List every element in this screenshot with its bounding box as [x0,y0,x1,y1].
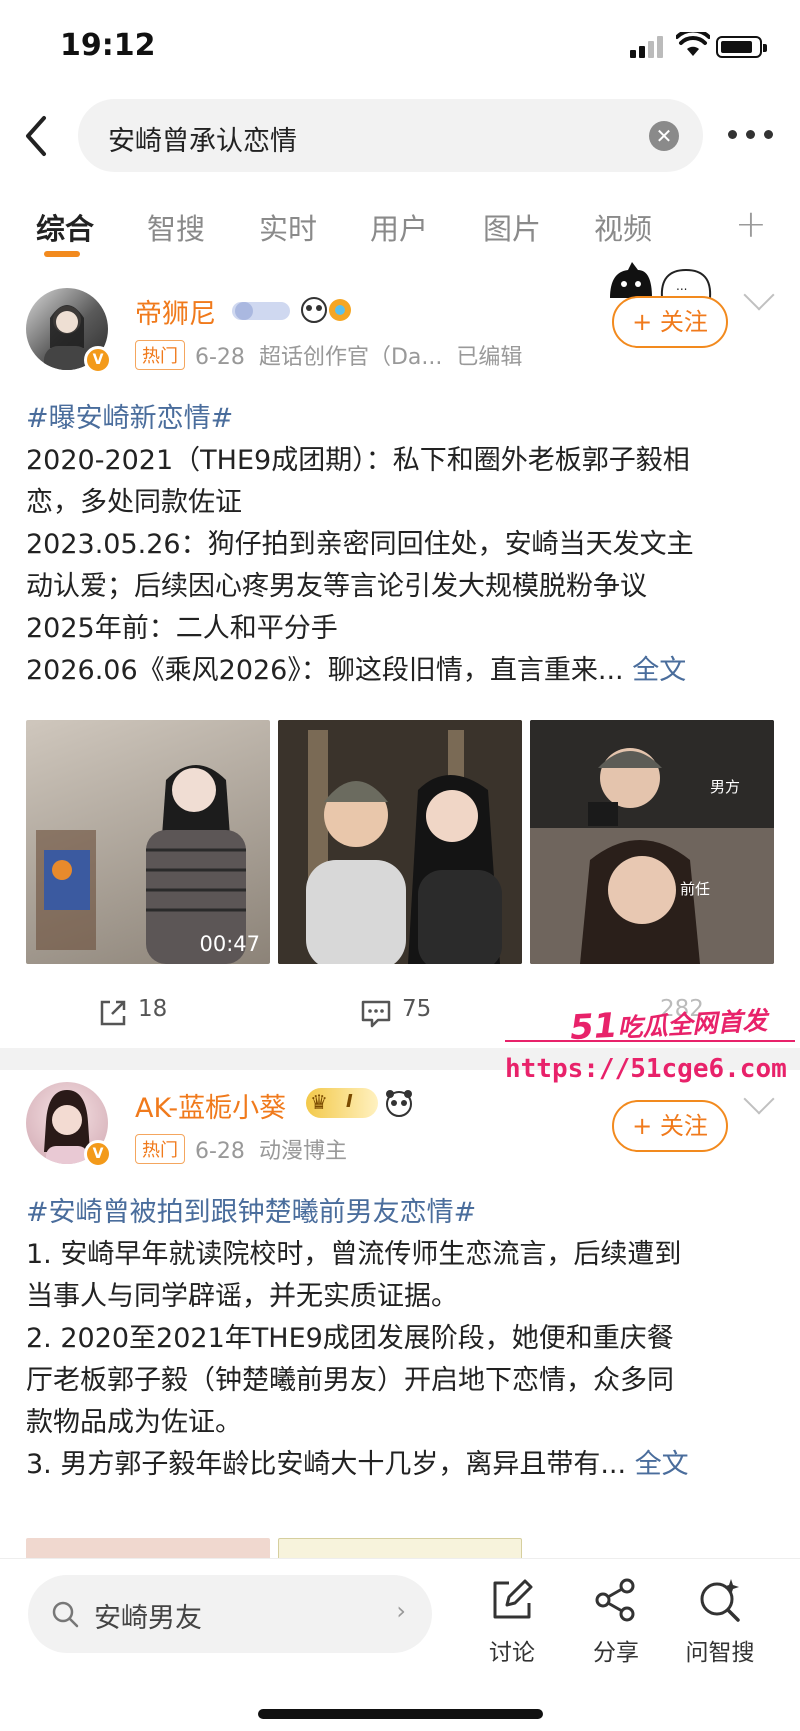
chevron-down-icon[interactable] [743,279,775,311]
full-text-link[interactable]: 全文 [632,655,686,686]
tab-realtime[interactable]: 实时 [259,206,317,248]
post-text-line: 厅老板郭子毅（钟楚曦前男友）开启地下恋情，众多同 [26,1365,674,1396]
clear-icon[interactable]: ✕ [649,121,679,151]
post-text-line: 3. 男方郭子毅年龄比安崎大十几岁，离异且带有... 全文 [26,1449,689,1480]
tab-users[interactable]: 用户 [370,206,428,248]
post-meta: 热门 6-28 动漫博主 [135,1133,347,1165]
post-source: 超话创作官（Da... [258,345,443,370]
comment-count[interactable]: 75 [402,996,431,1022]
post-username[interactable]: AK-蓝栀小葵 [135,1086,286,1125]
post-date: 6-28 [195,1139,245,1164]
search-icon [52,1601,79,1628]
post-text-line: 动认爱；后续因心疼男友等言论引发大规模脱粉争议 [26,571,647,602]
verified-badge-icon: V [84,1140,112,1168]
bottom-bar: 安崎男友 › 讨论 分享 问智搜 [0,1558,800,1731]
share-icon [595,1578,635,1622]
post-text-line: 款物品成为佐证。 [26,1407,242,1438]
post-video-thumbnail[interactable]: 00:47 [26,720,270,964]
ai-search-icon [700,1579,740,1622]
post-text-line: 恋，多处同款佐证 [26,487,242,518]
user-badges-icon [232,297,351,323]
post-hashtag[interactable]: #曝安崎新恋情# [26,396,233,435]
video-thumbnail-image [36,765,246,964]
panda-icon [386,1090,412,1117]
status-bar: 19:12 [0,0,800,95]
post-text-line: 2025年前：二人和平分手 [26,613,338,644]
hot-badge: 热门 [135,340,185,370]
post-text-line: 2026.06《乘风2026》：聊这段旧情，直言重来... 全文 [26,655,687,686]
discuss-label: 讨论 [489,1640,535,1666]
tab-smart-search[interactable]: 智搜 [147,206,205,248]
search-input[interactable]: 安崎曾承认恋情 ✕ [78,99,703,172]
ask-smart-search-button[interactable]: 问智搜 [680,1573,760,1666]
post-image[interactable]: 男方 前任 [530,720,774,964]
post-source: 动漫博主 [258,1139,347,1164]
repost-icon[interactable] [98,998,128,1028]
watermark-underline [505,1040,795,1042]
bottom-search-query: 安崎男友 [94,1603,202,1634]
post-hashtag[interactable]: #安崎曾被拍到跟钟楚曦前男友恋情# [26,1190,476,1229]
crown-icon: ♛ [310,1090,328,1114]
home-indicator [258,1709,543,1719]
comparison-photo-image [530,720,774,964]
chevron-down-icon[interactable] [743,1083,775,1115]
post-text-line: 2020-2021（THE9成团期）：私下和圈外老板郭子毅相 [26,445,690,476]
svg-text:...: ... [676,279,687,293]
edit-icon [493,1579,533,1619]
repost-count[interactable]: 18 [138,996,167,1022]
ask-smart-search-label: 问智搜 [685,1640,755,1666]
video-duration: 00:47 [199,932,260,956]
back-icon[interactable] [18,112,58,160]
tab-images[interactable]: 图片 [483,206,541,248]
post-text-line: 当事人与同学辟谣，并无实质证据。 [26,1281,458,1312]
post-image[interactable] [278,720,522,964]
follow-button[interactable]: + 关注 [612,1100,728,1152]
image-label: 男方 [710,778,741,796]
level-number: I [346,1091,353,1112]
post-card: V AK-蓝栀小葵 ♛ I 热门 6-28 动漫博主 + 关注 #安崎曾被拍到跟钟… [0,1070,800,1568]
verified-badge-icon: V [84,346,112,374]
search-query: 安崎曾承认恋情 [108,126,297,157]
post-username[interactable]: 帝狮尼 [135,292,216,331]
watermark-url: https://51cge6.com [505,1054,787,1084]
post-text-line: 1. 安崎早年就读院校时，曾流传师生恋流言，后续遭到 [26,1239,682,1270]
couple-photo-image [278,720,522,964]
status-time: 19:12 [60,28,156,63]
level-badge: ♛ I [306,1088,378,1118]
post-text-line: 2. 2020至2021年THE9成团发展阶段，她便和重庆餐 [26,1323,674,1354]
post-card: V 帝狮尼 热门 6-28 超话创作官（Da... 已编辑 ... + 关注 #曝… [0,262,800,1047]
bottom-search-input[interactable]: 安崎男友 › [28,1575,432,1653]
active-tab-indicator [44,251,80,257]
share-button[interactable]: 分享 [576,1573,656,1666]
wifi-icon [676,32,710,56]
chevron-right-icon: › [396,1597,406,1625]
hot-badge: 热门 [135,1134,185,1164]
add-tab-icon[interactable]: + [735,202,767,246]
post-text-line: 2023.05.26：狗仔拍到亲密同回住处，安崎当天发文主 [26,529,694,560]
tab-all[interactable]: 综合 [36,206,94,248]
post-meta: 热门 6-28 超话创作官（Da... 已编辑 [135,339,522,371]
battery-icon [716,36,767,58]
comment-icon[interactable] [360,998,392,1028]
tab-bar: 综合 智搜 实时 用户 图片 视频 + [0,196,800,258]
discuss-button[interactable]: 讨论 [472,1573,552,1666]
share-label: 分享 [593,1640,639,1666]
tab-videos[interactable]: 视频 [594,206,652,248]
image-label: 前任 [680,880,711,898]
edited-label: 已编辑 [456,345,523,370]
cellular-signal-icon [630,36,666,58]
follow-button[interactable]: + 关注 [612,296,728,348]
post-date: 6-28 [195,345,245,370]
more-icon[interactable] [728,130,774,140]
full-text-link[interactable]: 全文 [635,1449,689,1480]
